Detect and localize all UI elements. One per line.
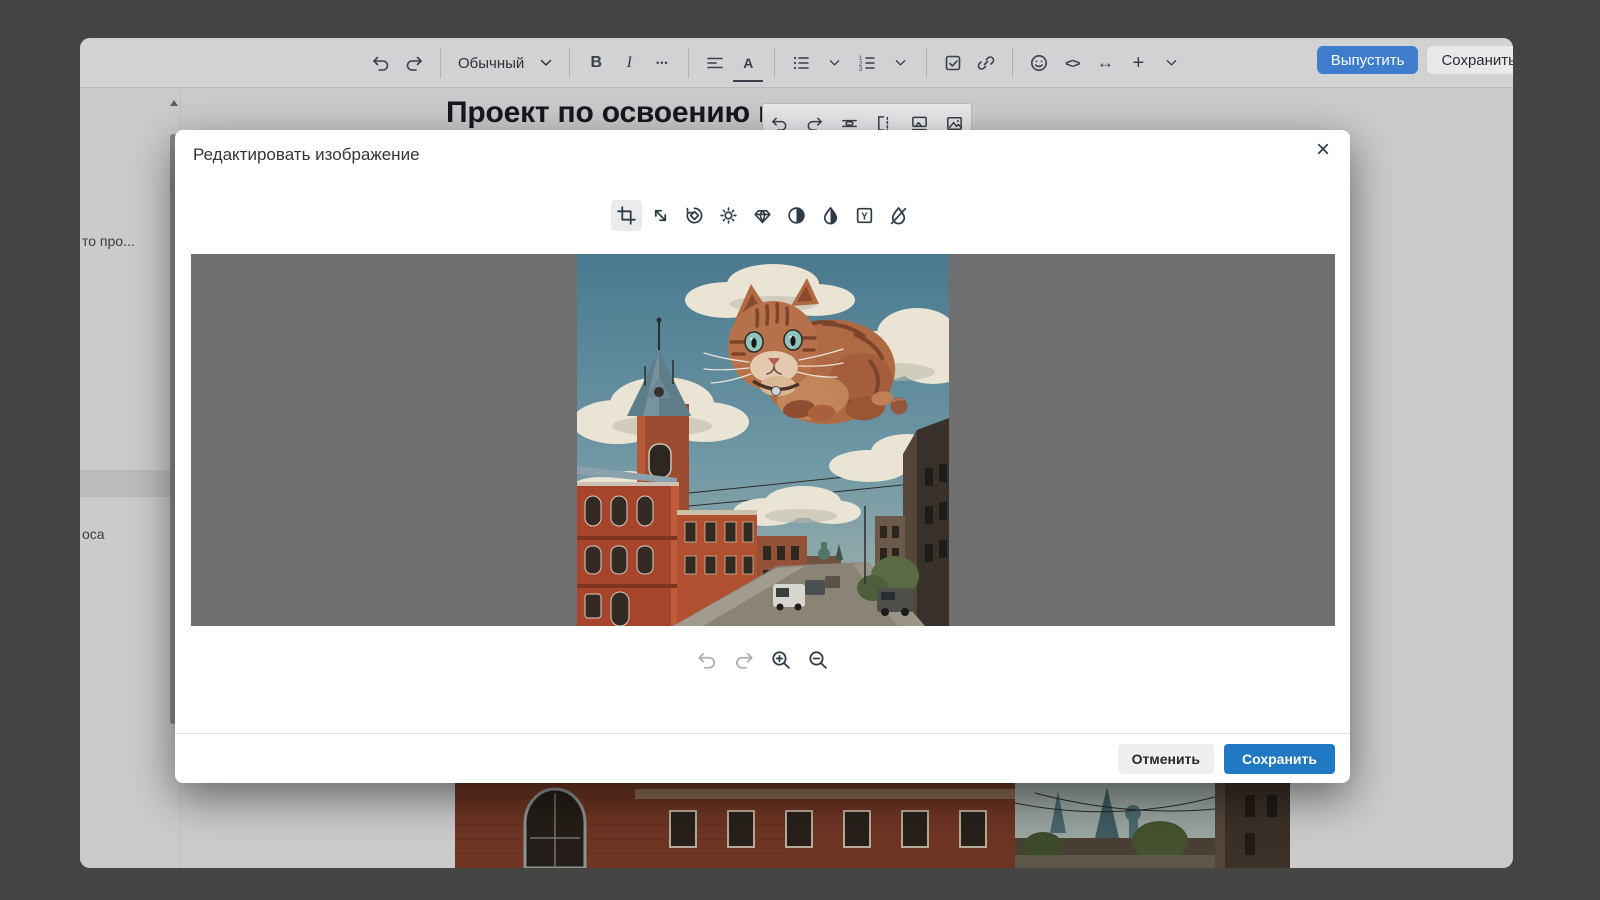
bold-button[interactable]: B <box>583 48 609 78</box>
insert-chevron-icon[interactable] <box>1158 48 1184 78</box>
toolbar-separator <box>1012 48 1013 78</box>
checkbox-list-icon[interactable] <box>940 48 966 78</box>
link-icon[interactable] <box>973 48 999 78</box>
window-actions: Выпустить Сохранить <box>1317 46 1513 74</box>
sidebar-item-truncated[interactable]: то про... <box>82 233 135 249</box>
numbered-list-icon[interactable]: 123 <box>854 48 880 78</box>
italic-button[interactable]: I <box>616 48 642 78</box>
resize-tool-icon[interactable] <box>645 200 676 231</box>
image-tools-row: Y <box>175 200 1350 231</box>
document-heading[interactable]: Проект по освоению кос <box>446 96 807 130</box>
close-icon[interactable]: × <box>1316 138 1330 162</box>
flying-cat-photo <box>577 254 949 626</box>
document-image[interactable] <box>455 783 1290 868</box>
modal-title: Редактировать изображение <box>193 145 420 165</box>
toolbar-separator <box>688 48 689 78</box>
edit-undo-icon[interactable] <box>695 648 719 672</box>
emoji-icon[interactable] <box>1026 48 1052 78</box>
save-document-button[interactable]: Сохранить <box>1427 46 1513 74</box>
toolbar-separator <box>440 48 441 78</box>
toolbar-separator <box>926 48 927 78</box>
grayscale-tool-icon[interactable]: Y <box>849 200 880 231</box>
image-edit-canvas[interactable] <box>191 254 1335 626</box>
undo-icon[interactable] <box>368 48 394 78</box>
rotate-tool-icon[interactable] <box>679 200 710 231</box>
screen: Обычный B I ••• A <box>0 0 1600 900</box>
toolbar-separator <box>774 48 775 78</box>
clarity-tool-icon[interactable] <box>747 200 778 231</box>
svg-text:3: 3 <box>859 67 863 73</box>
remove-color-tool-icon[interactable] <box>883 200 914 231</box>
align-icon[interactable] <box>702 48 728 78</box>
sidebar-selected-row[interactable] <box>80 470 170 497</box>
svg-text:Y: Y <box>861 211 868 222</box>
text-color-button[interactable]: A <box>735 48 761 78</box>
toolbar-separator <box>569 48 570 78</box>
cancel-button[interactable]: Отменить <box>1118 744 1214 774</box>
canvas-controls <box>175 648 1350 672</box>
sidebar: то про... оса Astore <box>80 89 180 868</box>
save-button[interactable]: Сохранить <box>1224 744 1335 774</box>
full-width-button[interactable]: ↔ <box>1092 48 1118 78</box>
saturation-tool-icon[interactable] <box>815 200 846 231</box>
code-button[interactable]: <> <box>1059 48 1085 78</box>
zoom-out-icon[interactable] <box>806 648 830 672</box>
bullet-list-icon[interactable] <box>788 48 814 78</box>
redo-icon[interactable] <box>401 48 427 78</box>
paragraph-style-label: Обычный <box>458 55 524 72</box>
more-formatting-button[interactable]: ••• <box>649 48 675 78</box>
street-painting-bottom <box>455 783 1290 868</box>
contrast-tool-icon[interactable] <box>781 200 812 231</box>
edit-redo-icon[interactable] <box>732 648 756 672</box>
scrollbar-up-arrow-icon[interactable] <box>170 100 178 106</box>
publish-button[interactable]: Выпустить <box>1317 46 1419 74</box>
crop-tool-icon[interactable] <box>611 200 642 231</box>
numbered-list-chevron-icon[interactable] <box>887 48 913 78</box>
editor-toolbar: Обычный B I ••• A <box>80 38 1513 88</box>
bullet-list-chevron-icon[interactable] <box>821 48 847 78</box>
brightness-tool-icon[interactable] <box>713 200 744 231</box>
chevron-down-icon <box>540 59 552 67</box>
modal-footer: Отменить Сохранить <box>175 733 1350 783</box>
edit-image-modal: Редактировать изображение × <box>175 130 1350 783</box>
insert-block-button[interactable]: + <box>1125 48 1151 78</box>
editor-toolbar-icons: Обычный B I ••• A <box>368 38 1184 88</box>
zoom-in-icon[interactable] <box>769 648 793 672</box>
paragraph-style-dropdown[interactable]: Обычный <box>454 55 556 72</box>
sidebar-item-selected[interactable]: оса <box>82 526 105 542</box>
